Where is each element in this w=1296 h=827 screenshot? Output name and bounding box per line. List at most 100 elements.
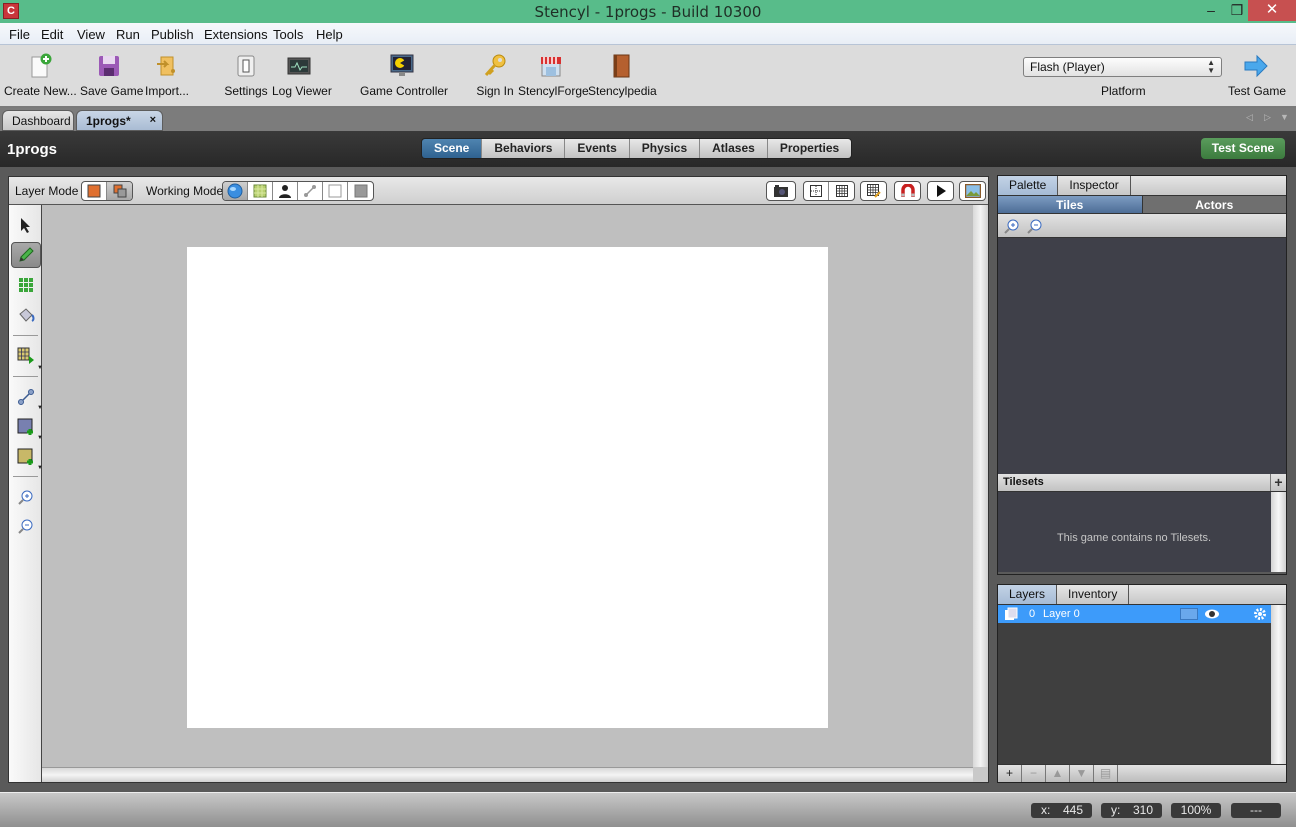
menu-help[interactable]: Help [316, 27, 343, 42]
game-controller-button[interactable]: Game Controller [360, 53, 448, 98]
horizontal-scrollbar[interactable] [42, 767, 973, 782]
path-tool[interactable] [16, 387, 36, 407]
platform-select[interactable]: Flash (Player) ▲ ▼ [1023, 57, 1222, 77]
tab-1progs[interactable]: 1progs* × [76, 110, 163, 131]
multi-layer-icon [113, 184, 126, 198]
stencylpedia-button[interactable]: Stencylpedia [588, 53, 657, 98]
settings-button[interactable]: Settings [224, 53, 268, 98]
menu-extensions[interactable]: Extensions [204, 27, 268, 42]
mode-regions-button[interactable] [323, 182, 348, 200]
menu-tools[interactable]: Tools [273, 27, 303, 42]
close-tab-icon[interactable]: × [150, 114, 156, 126]
import-button[interactable]: Import... [142, 53, 192, 98]
menu-file[interactable]: File [9, 27, 30, 42]
toggle-grid-button[interactable] [829, 182, 854, 200]
tab-scene[interactable]: Scene [422, 139, 483, 158]
menu-publish[interactable]: Publish [151, 27, 194, 42]
mode-background-button[interactable] [348, 182, 373, 200]
stencylforge-button[interactable]: StencylForge [518, 53, 589, 98]
tab-1progs-label: 1progs* [86, 114, 131, 128]
tab-properties[interactable]: Properties [767, 139, 852, 158]
tool-dropdown-icon[interactable]: ▼ [37, 435, 43, 441]
menu-edit[interactable]: Edit [41, 27, 63, 42]
palette-zoom-out-icon[interactable] [1027, 218, 1043, 234]
palette-tabs: Palette Inspector [998, 176, 1286, 196]
menu-view[interactable]: View [77, 27, 105, 42]
select-tool[interactable] [16, 215, 36, 235]
layer-color-swatch[interactable] [1180, 608, 1198, 620]
tool-dropdown-icon[interactable]: ▼ [37, 365, 43, 371]
remove-layer-button[interactable]: − [1022, 765, 1046, 782]
tab-physics[interactable]: Physics [629, 139, 701, 158]
save-game-label: Save Game [80, 84, 144, 98]
sign-in-label: Sign In [476, 84, 514, 98]
subtab-tiles[interactable]: Tiles [998, 196, 1142, 213]
log-viewer-button[interactable]: Log Viewer [272, 53, 332, 98]
zoom-in-tool[interactable] [16, 487, 36, 507]
pencil-tool[interactable] [11, 242, 41, 268]
tab-dashboard[interactable]: Dashboard [2, 110, 74, 131]
layer-row[interactable]: 0 Layer 0 [998, 605, 1271, 623]
sign-in-button[interactable]: Sign In [476, 53, 514, 98]
preview-play-button[interactable] [928, 182, 953, 200]
test-scene-button[interactable]: Test Scene [1201, 138, 1285, 159]
tile-stamp-tool[interactable] [16, 346, 36, 366]
vertical-scrollbar[interactable] [973, 205, 988, 767]
palette-panel: Palette Inspector Tiles Actors Tilesets … [997, 175, 1287, 575]
test-game-button[interactable]: Test Game [1228, 53, 1286, 98]
add-layer-button[interactable]: + [998, 765, 1022, 782]
grid-settings-button[interactable] [861, 182, 886, 200]
scene-canvas[interactable] [187, 247, 828, 728]
tab-inventory[interactable]: Inventory [1057, 585, 1130, 604]
toggle-screen-bounds-button[interactable] [804, 182, 829, 200]
tile-fill-tool[interactable] [16, 275, 36, 295]
region-tool[interactable] [16, 417, 36, 437]
eye-icon[interactable] [1204, 608, 1220, 620]
tab-scroll-right-icon[interactable]: ▷ [1264, 112, 1271, 123]
x-label: x: [1041, 803, 1051, 817]
editor-toolbar: Layer Mode Working Mode [9, 177, 988, 205]
palette-zoom-in-icon[interactable] [1004, 218, 1020, 234]
tab-scroll-left-icon[interactable]: ◁ [1246, 112, 1253, 123]
screenshot-group [766, 181, 796, 201]
magnet-icon [900, 184, 915, 197]
move-layer-up-button[interactable]: ▲ [1046, 765, 1070, 782]
move-layer-down-button[interactable]: ▼ [1070, 765, 1094, 782]
terrain-tool[interactable] [16, 447, 36, 467]
layers-scrollbar[interactable] [1271, 605, 1286, 764]
tile-palette-area[interactable] [998, 238, 1286, 474]
tab-atlases[interactable]: Atlases [700, 139, 768, 158]
mode-paths-button[interactable] [298, 182, 323, 200]
bucket-fill-tool[interactable] [16, 305, 36, 325]
tool-dropdown-icon[interactable]: ▼ [37, 465, 43, 471]
layer-index: 0 [1029, 608, 1036, 620]
tool-dropdown-icon[interactable]: ▼ [37, 405, 43, 411]
background-image-button[interactable] [960, 182, 985, 200]
working-mode-group [222, 181, 374, 201]
menu-run[interactable]: Run [116, 27, 140, 42]
create-new-button[interactable]: Create New... [4, 53, 77, 98]
add-tileset-button[interactable]: + [1270, 474, 1286, 491]
layers-actions-bar: + − ▲ ▼ ▤ [998, 764, 1286, 782]
tab-layers[interactable]: Layers [998, 585, 1058, 604]
gear-icon[interactable] [1253, 607, 1267, 621]
mode-tiles-button[interactable] [248, 182, 273, 200]
tab-events[interactable]: Events [565, 139, 630, 158]
save-icon [96, 53, 122, 79]
mode-actors-button[interactable] [273, 182, 298, 200]
close-button[interactable]: ✕ [1248, 0, 1296, 21]
zoom-out-tool[interactable] [16, 516, 36, 536]
all-layers-mode-button[interactable] [107, 182, 132, 200]
tab-palette[interactable]: Palette [998, 176, 1059, 195]
tab-list-dropdown-icon[interactable]: ▼ [1280, 112, 1289, 122]
subtab-actors[interactable]: Actors [1141, 196, 1286, 213]
layer-properties-button[interactable]: ▤ [1094, 765, 1118, 782]
tilesets-scrollbar[interactable] [1271, 492, 1286, 572]
save-game-button[interactable]: Save Game [80, 53, 144, 98]
mode-globe-button[interactable] [223, 182, 248, 200]
snap-to-grid-button[interactable] [895, 182, 920, 200]
tab-inspector[interactable]: Inspector [1058, 176, 1131, 195]
tab-behaviors[interactable]: Behaviors [482, 139, 566, 158]
single-layer-mode-button[interactable] [82, 182, 107, 200]
screenshot-button[interactable] [767, 182, 795, 200]
